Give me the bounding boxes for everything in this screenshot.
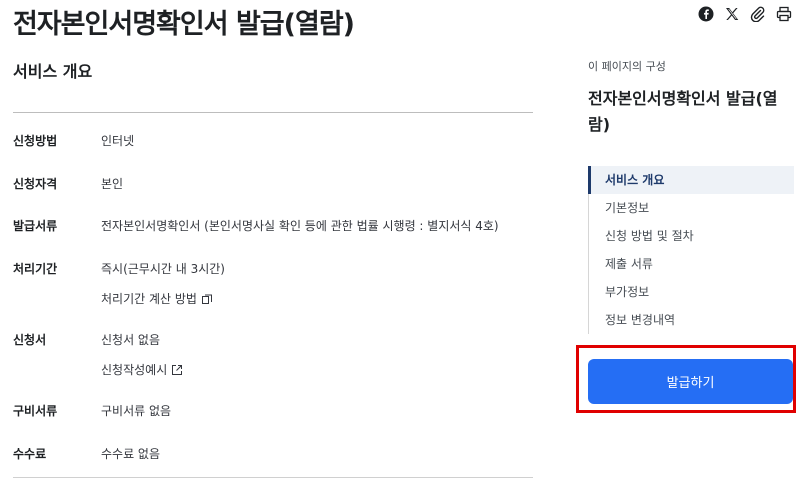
- row-label: 구비서류: [13, 404, 58, 418]
- section-divider: [13, 112, 533, 113]
- table-of-contents: 이 페이지의 구성 전자본인서명확인서 발급(열람) 서비스 개요 기본정보 신…: [588, 58, 794, 334]
- row-value: 수수료 없음: [101, 447, 161, 461]
- copy-icon: [201, 294, 212, 304]
- toc-item-change-history[interactable]: 정보 변경내역: [588, 306, 794, 334]
- toc-item-additional-info[interactable]: 부가정보: [588, 278, 794, 306]
- service-overview-section: 서비스 개요 신청방법 인터넷 신청자격 본인 발급서류 전자본인서명확인서 (…: [13, 58, 533, 478]
- link-icon[interactable]: [750, 6, 766, 22]
- application-example-link[interactable]: 신청작성예시: [101, 361, 183, 378]
- print-icon[interactable]: [776, 6, 792, 22]
- toc-caption: 이 페이지의 구성: [588, 60, 666, 73]
- row-label: 신청서: [13, 333, 47, 347]
- row-value: 신청서 없음: [101, 333, 161, 347]
- facebook-icon[interactable]: [698, 6, 714, 22]
- row-value: 즉시(근무시간 내 3시간): [101, 262, 225, 276]
- row-label: 발급서류: [13, 219, 58, 233]
- page-title: 전자본인서명확인서 발급(열람): [13, 9, 355, 40]
- toc-item-basic-info[interactable]: 기본정보: [588, 194, 794, 222]
- toc-title: 전자본인서명확인서 발급(열람): [588, 89, 778, 134]
- x-icon[interactable]: [724, 6, 740, 22]
- issue-button[interactable]: 발급하기: [588, 359, 793, 404]
- toc-item-service-overview[interactable]: 서비스 개요: [588, 166, 794, 194]
- row-label: 신청자격: [13, 177, 58, 191]
- external-link-icon: [172, 364, 183, 375]
- link-label: 처리기간 계산 방법: [101, 292, 197, 306]
- toc-list: 서비스 개요 기본정보 신청 방법 및 절차 제출 서류 부가정보 정보 변경내…: [588, 166, 794, 334]
- row-value: 전자본인서명확인서 (본인서명사실 확인 등에 관한 법률 시행령 : 별지서식…: [101, 219, 499, 233]
- toc-item-application-procedure[interactable]: 신청 방법 및 절차: [588, 222, 794, 250]
- section-bottom-divider: [13, 477, 533, 478]
- row-value: 본인: [101, 177, 124, 191]
- row-value: 구비서류 없음: [101, 404, 172, 418]
- toc-item-submitted-documents[interactable]: 제출 서류: [588, 250, 794, 278]
- section-title: 서비스 개요: [13, 62, 93, 81]
- share-bar: [698, 6, 792, 22]
- row-value: 인터넷: [101, 134, 135, 148]
- row-label: 수수료: [13, 447, 47, 461]
- row-label: 처리기간: [13, 262, 58, 276]
- processing-time-calc-link[interactable]: 처리기간 계산 방법: [101, 290, 213, 307]
- link-label: 신청작성예시: [101, 363, 168, 377]
- row-label: 신청방법: [13, 134, 58, 148]
